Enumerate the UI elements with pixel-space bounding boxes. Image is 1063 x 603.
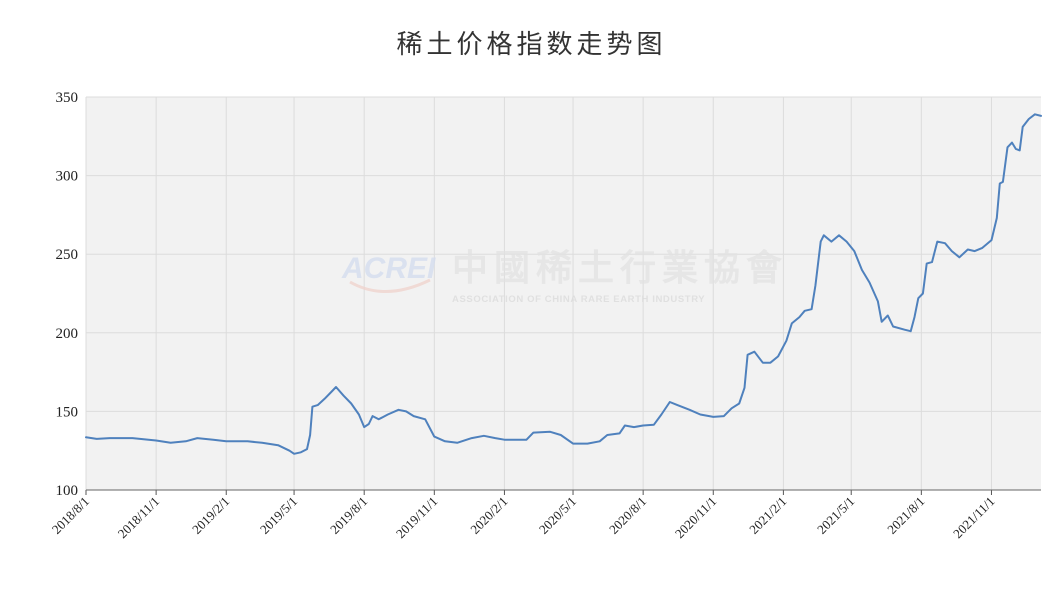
x-tick-label: 2021/2/1 [746, 494, 789, 537]
watermark-name-en: ASSOCIATION OF CHINA RARE EARTH INDUSTRY [452, 294, 705, 305]
y-tick-label: 100 [56, 483, 79, 499]
watermark-name-cn: 中國稀土行業協會 [452, 247, 788, 289]
x-tick-label: 2021/5/1 [814, 494, 857, 537]
y-tick-label: 350 [56, 90, 79, 106]
watermark-logo: ACREI [341, 252, 436, 285]
x-tick-label: 2018/11/1 [115, 494, 163, 542]
x-tick-label: 2019/8/1 [327, 494, 370, 537]
x-tick-label: 2020/8/1 [606, 494, 649, 537]
y-tick-label: 300 [56, 169, 79, 185]
x-tick-label: 2019/11/1 [393, 494, 441, 542]
x-tick-label: 2019/5/1 [257, 494, 300, 537]
x-axis: 2018/8/1 2018/11/1 2019/2/1 2019/5/1 2019/8/… [49, 489, 1041, 542]
y-tick-label: 250 [56, 247, 79, 263]
y-tick-label: 150 [56, 404, 79, 420]
x-tick-label: 2021/11/1 [950, 494, 998, 542]
x-tick-label: 2018/8/1 [49, 494, 92, 537]
x-tick-label: 2020/2/1 [467, 494, 510, 537]
x-tick-label: 2021/8/1 [884, 494, 927, 537]
x-tick-label: 2019/2/1 [189, 494, 232, 537]
x-tick-label: 2020/5/1 [536, 494, 579, 537]
y-axis: 100 150 200 250 300 350 [56, 90, 79, 499]
x-tick-label: 2020/11/1 [672, 494, 720, 542]
line-chart: ACREI 中國稀土行業協會 ASSOCIATION OF CHINA RARE… [49, 90, 1042, 542]
y-tick-label: 200 [56, 326, 79, 342]
